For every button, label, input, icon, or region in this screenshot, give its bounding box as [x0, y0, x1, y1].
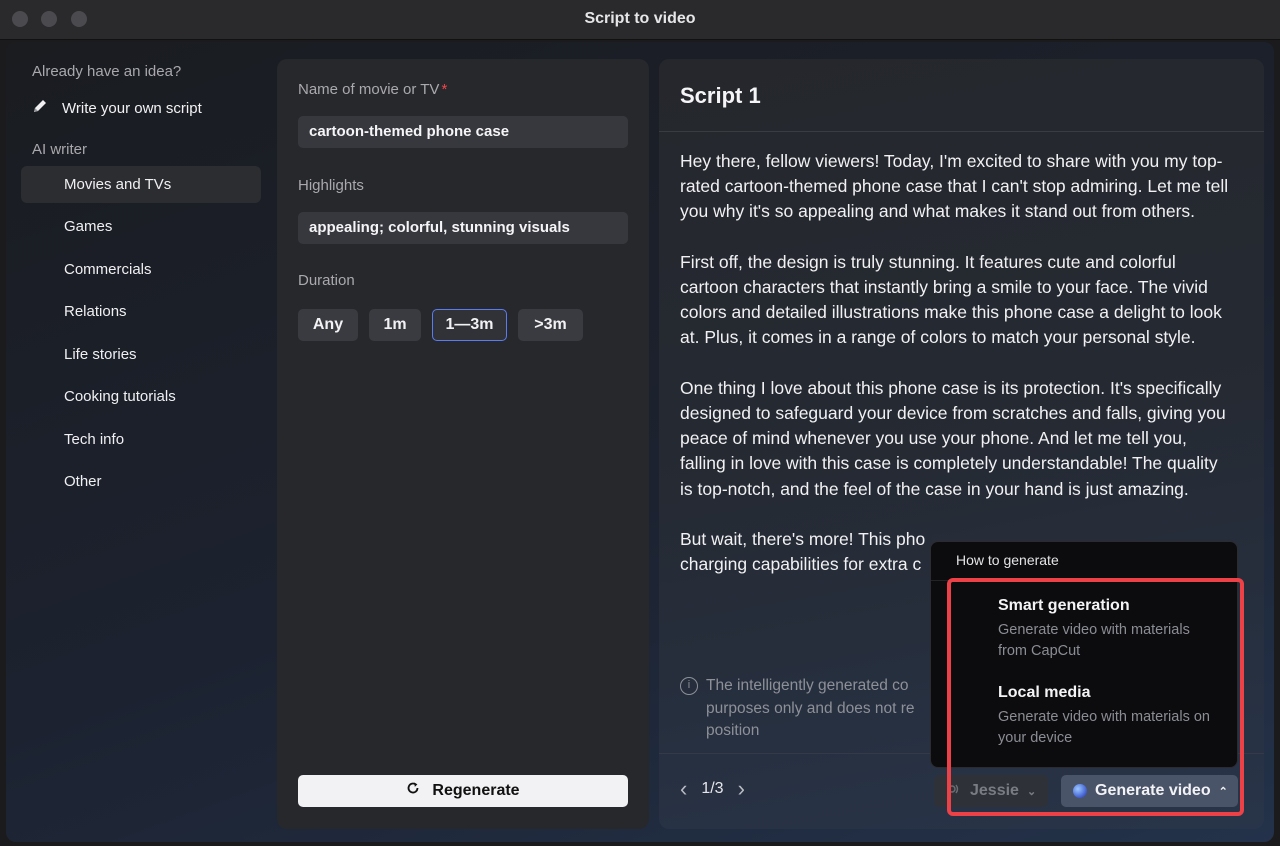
how-to-generate-menu: How to generate Smart generation Generat…	[930, 541, 1238, 768]
sidebar-item-relations[interactable]: Relations	[21, 293, 261, 330]
generate-video-button[interactable]: Generate video ⌃	[1061, 775, 1238, 807]
window-title: Script to video	[584, 10, 696, 27]
sidebar-item-life-stories[interactable]: Life stories	[21, 336, 261, 373]
voice-label: Jessie	[970, 782, 1019, 799]
duration-field-label: Duration	[298, 272, 355, 289]
chevron-left-icon[interactable]: ‹	[680, 778, 687, 800]
refresh-icon	[406, 775, 420, 807]
sidebar-item-other[interactable]: Other	[21, 463, 261, 500]
sidebar-item-movies-and-tvs[interactable]: Movies and TVs	[21, 166, 261, 203]
script-settings-panel: Name of movie or TV * cartoon-themed phon…	[277, 59, 649, 829]
regenerate-button[interactable]: Regenerate	[298, 775, 628, 807]
duration-any-button[interactable]: Any	[298, 309, 358, 341]
write-own-script-label: Write your own script	[62, 99, 202, 117]
option-description: Generate video with materials on your de…	[998, 709, 1210, 746]
script-paragraph: First off, the design is truly stunning.…	[680, 251, 1222, 348]
idea-heading: Already have an idea?	[32, 63, 182, 80]
generate-orb-icon	[1073, 784, 1087, 798]
voice-icon	[946, 781, 962, 802]
smart-generation-option[interactable]: Smart generation Generate video with mat…	[998, 597, 1218, 662]
regenerate-label: Regenerate	[432, 782, 520, 799]
local-media-option[interactable]: Local media Generate video with material…	[998, 684, 1218, 749]
page-indicator: 1/3	[701, 780, 724, 797]
write-own-script-button[interactable]: Write your own script	[32, 98, 202, 118]
duration-over-3m-button[interactable]: >3m	[518, 309, 583, 341]
script-paragraph: One thing I love about this phone case i…	[680, 377, 1226, 499]
duration-1m-button[interactable]: 1m	[369, 309, 421, 341]
pencil-icon	[32, 98, 48, 118]
script-divider	[659, 131, 1264, 132]
name-input[interactable]: cartoon-themed phone case	[298, 116, 628, 148]
option-title: Smart generation	[998, 597, 1130, 614]
disclaimer-text: The intelligently generated co purposes …	[706, 677, 915, 739]
menu-title: How to generate	[956, 552, 1059, 568]
sidebar-item-tech-info[interactable]: Tech info	[21, 421, 261, 458]
sidebar-item-cooking-tutorials[interactable]: Cooking tutorials	[21, 378, 261, 415]
option-description: Generate video with materials from CapCu…	[998, 622, 1190, 659]
sidebar: Already have an idea? Write your own scr…	[6, 42, 276, 842]
generate-video-label: Generate video	[1095, 782, 1211, 799]
chevron-right-icon[interactable]: ›	[738, 778, 745, 800]
name-label-text: Name of movie or TV	[298, 81, 440, 98]
script-paragraph: Hey there, fellow viewers! Today, I'm ex…	[680, 151, 1229, 222]
name-field-label: Name of movie or TV *	[298, 81, 447, 98]
title-bar: Script to video	[0, 0, 1280, 40]
script-pager: ‹ 1/3 ›	[680, 778, 745, 800]
duration-1-3m-button[interactable]: 1—3m	[432, 309, 507, 341]
chevron-up-icon: ⌃	[1218, 785, 1228, 798]
script-paragraph-line: charging capabilities for extra c	[680, 554, 922, 575]
highlights-input[interactable]: appealing; colorful, stunning visuals	[298, 212, 628, 244]
menu-divider	[931, 580, 1237, 581]
sidebar-item-commercials[interactable]: Commercials	[21, 251, 261, 288]
required-mark: *	[441, 81, 448, 98]
script-paragraph-line: But wait, there's more! This pho	[680, 529, 926, 549]
sidebar-item-games[interactable]: Games	[21, 208, 261, 245]
script-title: Script 1	[680, 83, 761, 108]
option-title: Local media	[998, 684, 1091, 701]
highlights-field-label: Highlights	[298, 177, 364, 194]
ai-writer-heading: AI writer	[32, 141, 88, 158]
voice-select[interactable]: Jessie ⌄	[934, 775, 1048, 807]
chevron-down-icon: ⌄	[1026, 785, 1037, 798]
info-icon: i	[680, 677, 698, 695]
